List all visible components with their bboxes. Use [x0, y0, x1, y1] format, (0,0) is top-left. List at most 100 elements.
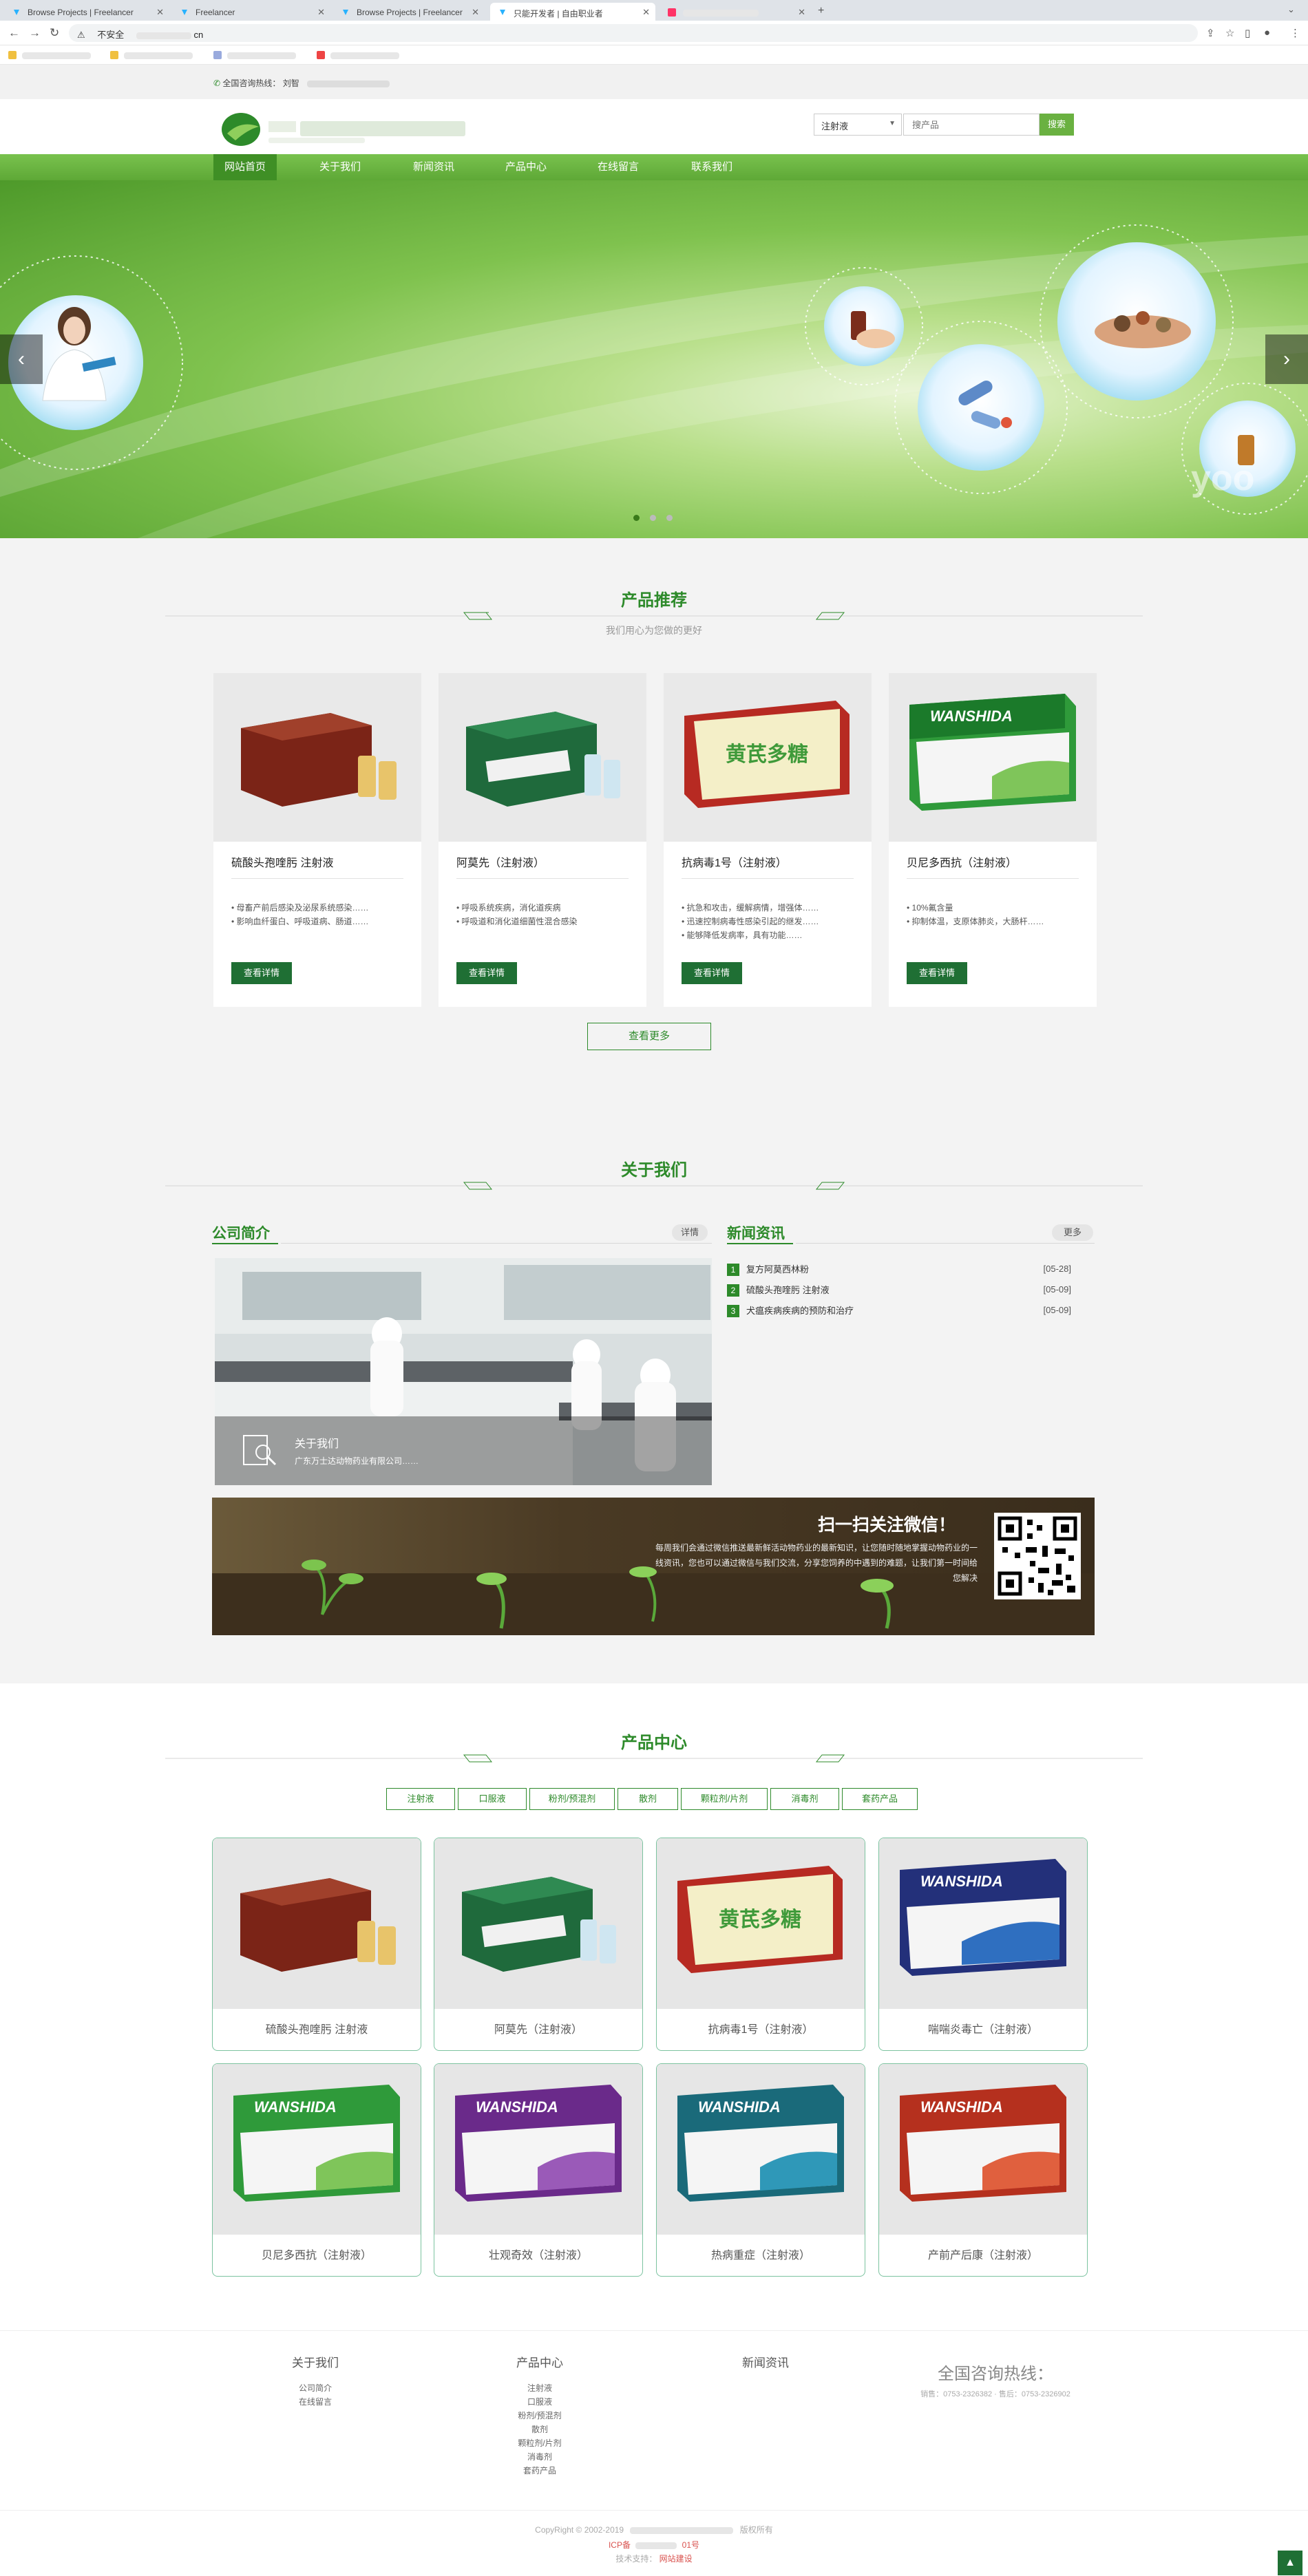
product-card[interactable]: 硫酸头孢喹肟 注射液 • 母畜产前后感染及泌尿系统感染…… • 影响血纤蛋白、呼… — [213, 673, 421, 1007]
close-tab-icon[interactable]: ✕ — [156, 7, 164, 18]
news-more-button[interactable]: 更多 — [1052, 1224, 1093, 1241]
product-name[interactable]: 抗病毒1号（注射液） — [682, 853, 787, 870]
product-item[interactable]: WANSHIDA 壮观奇效（注射液） — [434, 2063, 643, 2277]
company-logo[interactable] — [220, 106, 468, 149]
category-tab[interactable]: 消毒剂 — [770, 1788, 839, 1810]
product-image[interactable]: WANSHIDA — [657, 2064, 865, 2235]
product-card[interactable]: 黄芪多糖 抗病毒1号（注射液） • 抗急和攻击，缓解病情，增强体…… • 迅速控… — [664, 673, 872, 1007]
bookmark-item[interactable] — [213, 50, 296, 60]
category-tab[interactable]: 粉剂/预混剂 — [529, 1788, 615, 1810]
news-item[interactable]: 3 犬瘟疾病疾病的预防和治疗 [05-09] — [727, 1303, 1071, 1317]
product-item-name[interactable]: 热病重症（注射液） — [657, 2246, 865, 2262]
view-details-button[interactable]: 查看详情 — [456, 962, 517, 984]
product-item[interactable]: 硫酸头孢喹肟 注射液 — [212, 1838, 421, 2051]
browser-tab[interactable]: Browse Projects | Freelancer ✕ — [4, 3, 169, 21]
share-icon[interactable]: ⇪ — [1206, 27, 1215, 39]
news-title[interactable]: 复方阿莫西林粉 — [746, 1264, 809, 1275]
footer-link[interactable]: 套药产品 — [498, 2464, 581, 2478]
footer-link[interactable]: 颗粒剂/片剂 — [498, 2436, 581, 2450]
banner-next-arrow[interactable]: › — [1265, 334, 1308, 384]
footer-link[interactable]: 粉剂/预混剂 — [498, 2409, 581, 2423]
tech-support-link[interactable]: 网站建设 — [660, 2554, 693, 2564]
bookmark-item[interactable] — [110, 50, 193, 60]
banner-dot[interactable] — [650, 515, 656, 521]
product-item-name[interactable]: 硫酸头孢喹肟 注射液 — [213, 2020, 421, 2036]
news-title[interactable]: 犬瘟疾病疾病的预防和治疗 — [746, 1306, 854, 1316]
menu-icon[interactable]: ⋮ — [1290, 27, 1300, 39]
footer-link[interactable]: 注射液 — [498, 2381, 581, 2395]
search-category-select[interactable]: 注射液 ▼ — [814, 114, 902, 136]
footer-link[interactable]: 消毒剂 — [498, 2450, 581, 2464]
category-tab[interactable]: 散剂 — [618, 1788, 678, 1810]
not-secure-icon[interactable]: ⚠ — [77, 30, 85, 40]
url-field[interactable]: ⚠ 不安全 cn — [69, 24, 1198, 42]
back-icon[interactable]: ← — [8, 26, 20, 40]
product-image[interactable]: WANSHIDA — [879, 2064, 1087, 2235]
close-tab-icon[interactable]: ✕ — [642, 7, 650, 18]
browser-tab[interactable]: ✕ — [660, 3, 811, 21]
product-item[interactable]: WANSHIDA 产前产后康（注射液） — [878, 2063, 1088, 2277]
product-image[interactable]: WANSHIDA — [889, 673, 1097, 842]
product-item[interactable]: 黄芪多糖 抗病毒1号（注射液） — [656, 1838, 865, 2051]
product-item[interactable]: WANSHIDA 热病重症（注射液） — [656, 2063, 865, 2277]
nav-item-contact[interactable]: 联系我们 — [680, 154, 743, 180]
product-name[interactable]: 贝尼多西抗（注射液） — [907, 853, 1017, 870]
banner-dot[interactable] — [666, 515, 673, 521]
footer-heading[interactable]: 关于我们 — [274, 2353, 357, 2370]
footer-heading[interactable]: 新闻资讯 — [724, 2353, 807, 2370]
product-image[interactable]: WANSHIDA — [434, 2064, 642, 2235]
tab-search-icon[interactable]: ⌄ — [1287, 4, 1295, 15]
bookmark-item[interactable] — [8, 50, 91, 60]
product-image[interactable]: 黄芪多糖 — [664, 673, 872, 842]
footer-link[interactable]: 散剂 — [498, 2423, 581, 2436]
product-card[interactable]: 阿莫先（注射液） • 呼吸系统疾病，消化道疾病 • 呼吸道和消化道细菌性混合感染… — [439, 673, 646, 1007]
browser-tab[interactable]: Browse Projects | Freelancer ✕ — [333, 3, 485, 21]
footer-heading[interactable]: 产品中心 — [498, 2353, 581, 2370]
product-item[interactable]: 阿莫先（注射液） — [434, 1838, 643, 2051]
nav-item-message[interactable]: 在线留言 — [587, 154, 650, 180]
icp-text[interactable]: ICP备 — [609, 2540, 631, 2550]
close-tab-icon[interactable]: ✕ — [798, 7, 805, 18]
back-to-top-button[interactable]: ▲ — [1278, 2551, 1302, 2575]
reload-icon[interactable]: ↻ — [50, 26, 59, 40]
product-name[interactable]: 阿莫先（注射液） — [456, 853, 545, 870]
product-image[interactable] — [213, 1838, 421, 2009]
product-item-name[interactable]: 产前产后康（注射液） — [879, 2246, 1087, 2262]
view-more-button[interactable]: 查看更多 — [587, 1023, 711, 1050]
nav-item-about[interactable]: 关于我们 — [308, 154, 372, 180]
product-item[interactable]: WANSHIDA 喘喘炎毒亡（注射液） — [878, 1838, 1088, 2051]
browser-tab[interactable]: Freelancer ✕ — [172, 3, 330, 21]
news-item[interactable]: 2 硫酸头孢喹肟 注射液 [05-09] — [727, 1283, 1071, 1297]
category-tab[interactable]: 注射液 — [386, 1788, 455, 1810]
category-tab[interactable]: 口服液 — [458, 1788, 527, 1810]
product-item-name[interactable]: 喘喘炎毒亡（注射液） — [879, 2020, 1087, 2036]
product-image[interactable]: WANSHIDA — [213, 2064, 421, 2235]
search-button[interactable]: 搜索 — [1040, 114, 1074, 136]
footer-link[interactable]: 在线留言 — [274, 2395, 357, 2409]
product-card[interactable]: WANSHIDA 贝尼多西抗（注射液） • 10%氟含量 • 抑制体温，支原体肺… — [889, 673, 1097, 1007]
nav-item-products[interactable]: 产品中心 — [494, 154, 558, 180]
nav-item-news[interactable]: 新闻资讯 — [402, 154, 465, 180]
forward-icon[interactable]: → — [29, 26, 41, 40]
close-tab-icon[interactable]: ✕ — [472, 7, 479, 18]
banner-dot[interactable] — [633, 515, 640, 521]
news-item[interactable]: 1 复方阿莫西林粉 [05-28] — [727, 1262, 1071, 1276]
bookmark-star-icon[interactable]: ☆ — [1225, 27, 1234, 39]
view-details-button[interactable]: 查看详情 — [682, 962, 742, 984]
intro-details-button[interactable]: 详情 — [672, 1224, 708, 1241]
search-input[interactable] — [903, 114, 1040, 136]
bookmark-item[interactable] — [317, 50, 399, 60]
banner-prev-arrow[interactable]: ‹ — [0, 334, 43, 384]
product-image[interactable] — [434, 1838, 642, 2009]
icp-suffix[interactable]: 01号 — [682, 2540, 699, 2550]
news-title[interactable]: 硫酸头孢喹肟 注射液 — [746, 1285, 830, 1295]
product-image[interactable]: 黄芪多糖 — [657, 1838, 865, 2009]
footer-link[interactable]: 口服液 — [498, 2395, 581, 2409]
browser-tab-active[interactable]: 只能开发者 | 自由职业者 ✕ — [490, 3, 655, 21]
product-item-name[interactable]: 抗病毒1号（注射液） — [657, 2020, 865, 2036]
company-photo[interactable]: 关于我们 广东万士达动物药业有限公司…… — [215, 1258, 712, 1485]
new-tab-button[interactable]: + — [818, 5, 824, 17]
product-name[interactable]: 硫酸头孢喹肟 注射液 — [231, 853, 333, 870]
category-tab[interactable]: 套药产品 — [842, 1788, 918, 1810]
product-item-name[interactable]: 壮观奇效（注射液） — [434, 2246, 642, 2262]
